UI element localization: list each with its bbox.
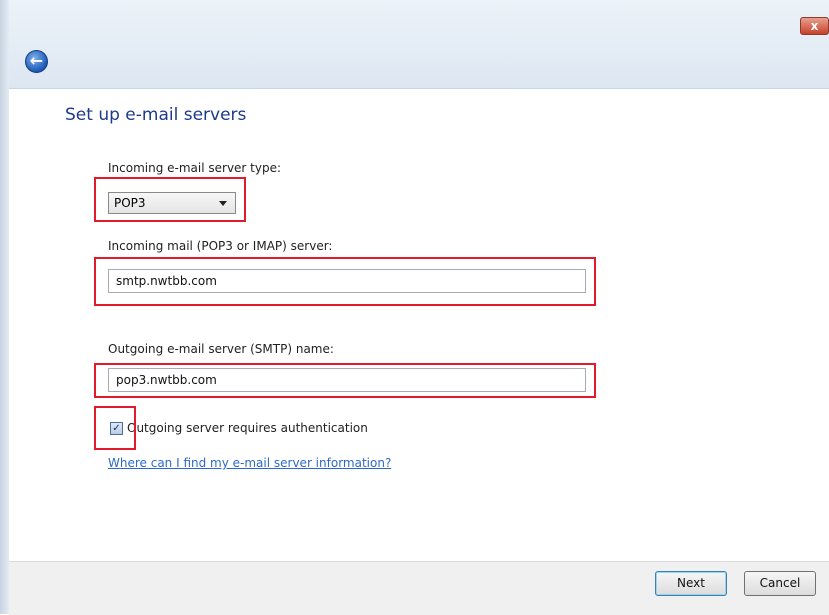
checkmark-icon: ✓	[112, 423, 121, 434]
auth-checkbox[interactable]: ✓	[110, 422, 123, 435]
incoming-type-label: Incoming e-mail server type:	[108, 161, 282, 175]
incoming-server-label: Incoming mail (POP3 or IMAP) server:	[108, 239, 333, 253]
incoming-type-select[interactable]: POP3	[108, 192, 236, 214]
next-button[interactable]: Next	[655, 571, 727, 596]
dialog-content	[9, 89, 829, 561]
server-info-link[interactable]: Where can I find my e-mail server inform…	[108, 456, 391, 470]
page-title: Set up e-mail servers	[65, 105, 247, 125]
cancel-button[interactable]: Cancel	[744, 571, 816, 596]
window-frame-left	[0, 0, 9, 614]
auth-label[interactable]: Outgoing server requires authentication	[127, 421, 368, 435]
incoming-server-input[interactable]: smtp.nwtbb.com	[108, 269, 586, 293]
outgoing-server-input[interactable]: pop3.nwtbb.com	[108, 368, 586, 392]
close-icon: x	[810, 19, 819, 33]
title-bar	[0, 0, 829, 89]
close-button[interactable]: x	[800, 17, 829, 35]
back-button[interactable]: ←	[25, 50, 48, 73]
incoming-type-value: POP3	[114, 196, 146, 210]
chevron-down-icon	[219, 201, 227, 206]
outgoing-server-label: Outgoing e-mail server (SMTP) name:	[108, 342, 334, 356]
back-arrow-icon: ←	[29, 51, 44, 70]
